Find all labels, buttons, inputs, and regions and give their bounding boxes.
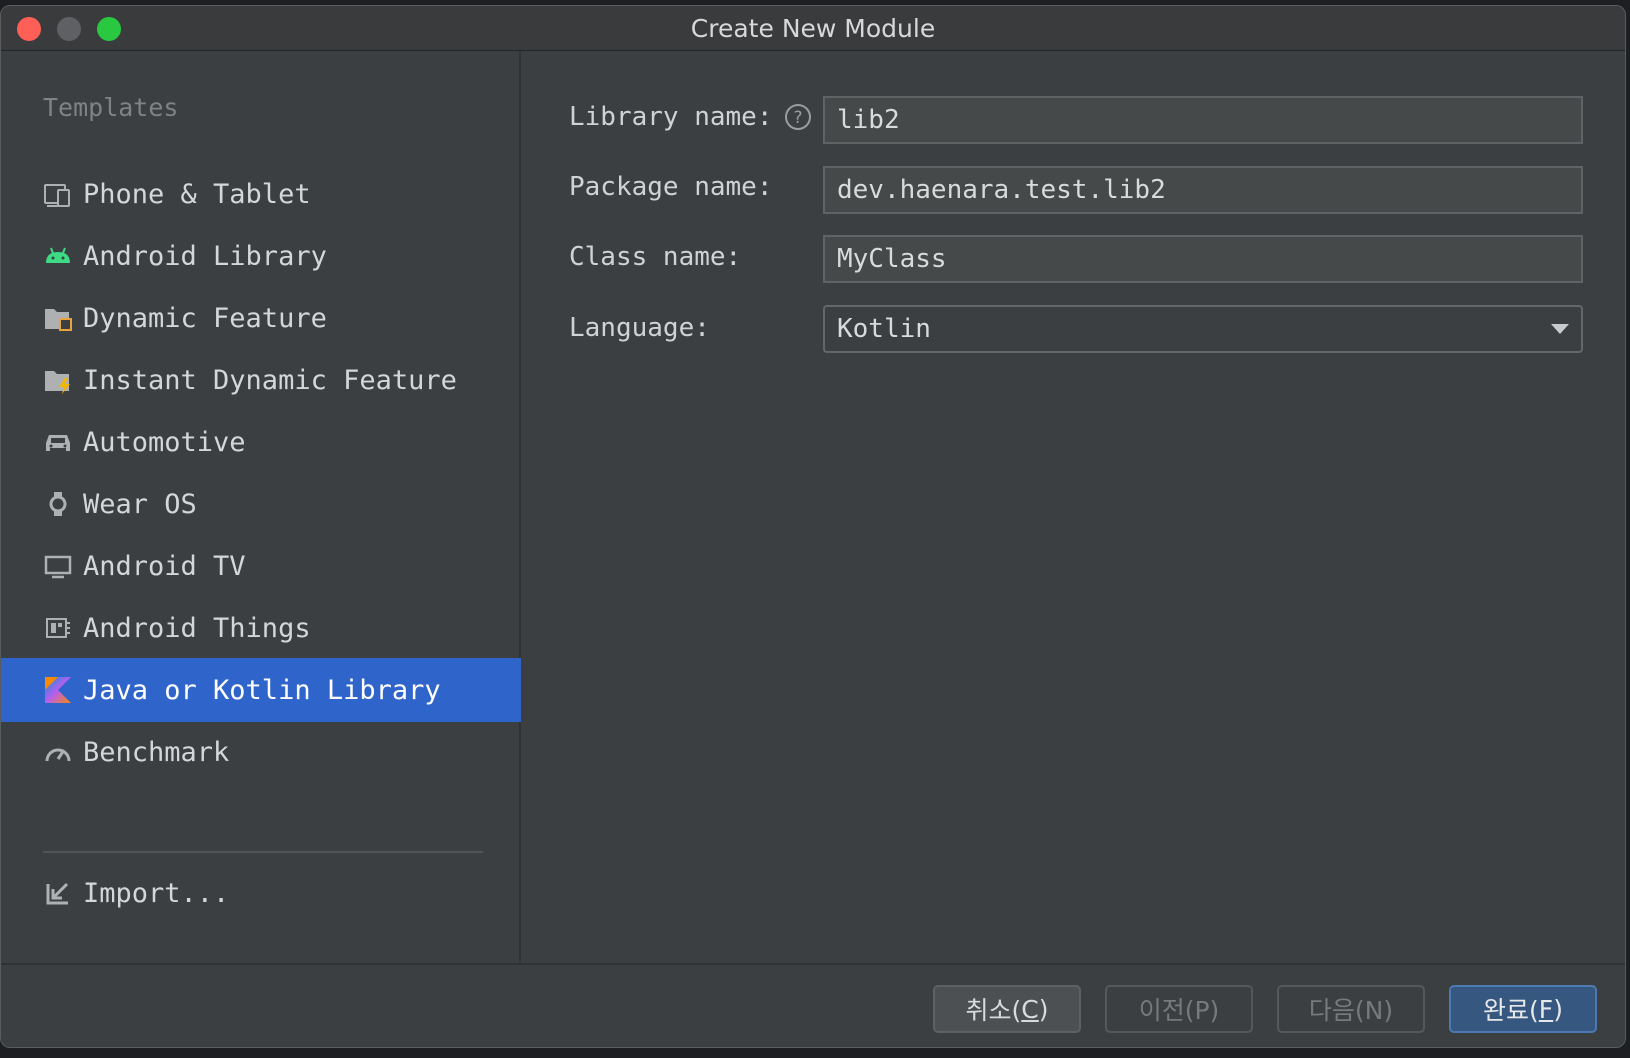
sidebar-item-automotive[interactable]: Automotive [1,410,521,474]
sidebar-item-instant-dynamic-feature[interactable]: Instant Dynamic Feature [1,348,521,412]
package-name-label: Package name: [569,172,773,202]
sidebar-divider [43,851,483,853]
next-button[interactable]: 다음(N) [1277,985,1425,1033]
sidebar-item-wear-os[interactable]: Wear OS [1,472,521,536]
sidebar-item-dynamic-feature[interactable]: Dynamic Feature [1,286,521,350]
sidebar-item-android-things[interactable]: Android Things [1,596,521,660]
title-bar: Create New Module [1,6,1625,51]
sidebar-item-label: Android TV [83,550,246,582]
language-label: Language: [569,313,710,343]
import-label: Import... [83,877,230,909]
sidebar-item-label: Automotive [83,426,246,458]
sidebar-item-label: Java or Kotlin Library [83,674,441,706]
create-new-module-dialog: Create New Module Templates Phone & Tabl… [0,5,1626,1048]
window-controls [17,17,121,41]
things-icon [43,613,73,643]
close-window-button[interactable] [17,17,41,41]
sidebar-item-label: Dynamic Feature [83,302,327,334]
sidebar-item-java-kotlin-library[interactable]: Java or Kotlin Library [1,658,521,722]
phone-tablet-icon [43,179,73,209]
car-icon [43,427,73,457]
language-value: Kotlin [837,314,931,344]
class-name-label: Class name: [569,242,742,272]
library-name-label: Library name: ? [569,102,813,132]
dialog-footer: 취소(C) 이전(P) 다음(N) 완료(F) [1,963,1625,1047]
sidebar-item-label: Android Things [83,612,311,644]
package-name-field[interactable] [823,166,1583,214]
language-select[interactable]: Kotlin [823,305,1583,353]
sidebar-item-label: Android Library [83,240,327,272]
maximize-window-button[interactable] [97,17,121,41]
finish-button[interactable]: 완료(F) [1449,985,1597,1033]
tv-icon [43,551,73,581]
previous-button[interactable]: 이전(P) [1105,985,1253,1033]
import-item[interactable]: Import... [1,861,521,925]
watch-icon [43,489,73,519]
minimize-window-button[interactable] [57,17,81,41]
chevron-down-icon [1551,324,1569,334]
gauge-icon [43,737,73,767]
dynamic-feature-icon [43,303,73,333]
templates-header: Templates [43,93,179,122]
import-icon [43,878,73,908]
class-name-field[interactable] [823,235,1583,283]
cancel-button[interactable]: 취소(C) [933,985,1081,1033]
sidebar-item-label: Phone & Tablet [83,178,311,210]
sidebar-item-label: Benchmark [83,736,230,768]
sidebar-item-benchmark[interactable]: Benchmark [1,720,521,784]
sidebar-item-label: Instant Dynamic Feature [83,364,457,396]
window-title: Create New Module [690,13,936,43]
instant-feature-icon [43,365,73,395]
library-name-field[interactable] [823,96,1583,144]
templates-sidebar: Templates Phone & Tablet Android Library… [1,51,521,963]
android-icon [43,241,73,271]
module-config-form: Library name: ? Package name: Class name… [521,51,1625,963]
sidebar-item-label: Wear OS [83,488,197,520]
library-name-label-text: Library name: [569,102,773,132]
sidebar-item-android-library[interactable]: Android Library [1,224,521,288]
kotlin-icon [43,675,73,705]
help-icon[interactable]: ? [783,102,813,132]
svg-text:?: ? [793,108,802,128]
sidebar-item-phone-tablet[interactable]: Phone & Tablet [1,162,521,226]
sidebar-item-android-tv[interactable]: Android TV [1,534,521,598]
